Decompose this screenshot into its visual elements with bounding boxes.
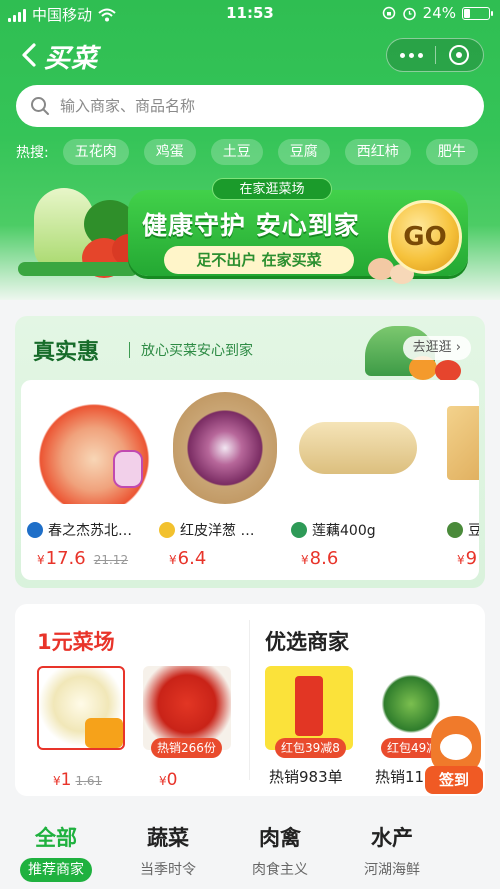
tab-main-label: 肉禽: [259, 826, 301, 850]
shop-logo-icon: [291, 522, 307, 538]
product-name: 莲藕400g: [312, 523, 376, 539]
market-and-merchants: 1元菜场 优选商家 ¥1 1.61 热销266份 ¥0 红包39减8 热销983单…: [15, 604, 485, 796]
status-bar: 中国移动 11:53 24%: [0, 0, 500, 28]
battery-percent: 24%: [422, 4, 456, 22]
red-onion-image: [173, 392, 277, 504]
tab-sub-label: 肉食主义: [252, 862, 308, 878]
product-price: ¥17.6 21.12: [37, 548, 129, 569]
hot-tag[interactable]: 肥牛: [425, 139, 478, 165]
section-divider: [249, 620, 250, 780]
lotus-root-image: [299, 422, 417, 474]
merchant-sales: 热销983单: [269, 768, 343, 786]
shop-logo-icon: [159, 522, 175, 538]
banner-top-tag: 在家逛菜场: [212, 178, 332, 200]
tab-main-label: 全部: [35, 826, 77, 850]
product-card[interactable]: 红皮洋葱 … ¥6.4: [159, 380, 291, 580]
shop-logo-icon: [27, 522, 43, 538]
hot-search: 热搜: 五花肉 鸡蛋 土豆 豆腐 西红柿 肥牛: [16, 139, 493, 165]
battery-icon: [462, 6, 493, 20]
hot-tag[interactable]: 土豆: [210, 139, 263, 165]
hot-tag[interactable]: 五花肉: [62, 139, 129, 165]
market-price: ¥0: [159, 770, 178, 790]
mascot-icon: [431, 716, 481, 772]
tofu-image: [447, 406, 479, 480]
banner-slogan: 健康守护 安心到家: [142, 211, 360, 240]
go-button[interactable]: GO: [388, 200, 462, 274]
price-value: 1: [60, 770, 72, 790]
coupon-badge: 红包39减8: [275, 738, 346, 758]
product-sticker: [113, 450, 143, 488]
tab-sub-label: 河湖海鲜: [364, 862, 420, 878]
tab-all[interactable]: 全部 推荐商家: [0, 822, 116, 882]
alarm-icon: [402, 7, 416, 20]
browse-more-button[interactable]: 去逛逛 ›: [402, 336, 471, 360]
deals-subtitle: 放心买菜安心到家: [141, 343, 253, 359]
merchants-title[interactable]: 优选商家: [265, 626, 349, 656]
original-price: 21.12: [93, 553, 129, 567]
price-value: 0: [166, 770, 178, 790]
sign-in-button[interactable]: 签到: [425, 766, 483, 794]
more-options-icon[interactable]: [387, 38, 435, 72]
tab-seafood[interactable]: 水产 河湖海鲜: [332, 822, 452, 882]
shop-logo-icon: [447, 522, 463, 538]
product-price: ¥8.6: [301, 548, 339, 569]
tab-sub-label: 推荐商家: [20, 858, 92, 882]
hot-tag[interactable]: 豆腐: [277, 139, 330, 165]
tab-main-label: 水产: [371, 826, 413, 850]
page-title: 买菜: [44, 44, 99, 74]
product-card[interactable]: 莲藕400g ¥8.6: [291, 380, 423, 580]
sign-in-float[interactable]: 签到: [425, 716, 483, 794]
merchant-card[interactable]: 红包39减8 热销983单: [265, 666, 353, 786]
market-price: ¥1 1.61: [53, 770, 103, 790]
close-mini-program-icon[interactable]: [436, 38, 483, 72]
hot-tag[interactable]: 鸡蛋: [143, 139, 196, 165]
sales-badge: 热销266份: [151, 738, 222, 758]
tab-sub-label: 当季时令: [140, 862, 196, 878]
price-value: 9: [465, 548, 478, 569]
price-value: 17.6: [45, 548, 86, 569]
market-item[interactable]: ¥1 1.61: [37, 666, 125, 790]
nav-bar: 买菜: [0, 36, 500, 76]
product-price: ¥9: [457, 548, 478, 569]
price-value: 6.4: [177, 548, 207, 569]
product-card[interactable]: 豆腐 ¥9: [423, 380, 479, 580]
market-item[interactable]: 热销266份 ¥0: [143, 666, 231, 790]
product-price: ¥6.4: [169, 548, 207, 569]
deals-title: 真实惠: [33, 340, 100, 365]
tab-main-label: 蔬菜: [147, 826, 189, 850]
original-price: 1.61: [75, 774, 103, 788]
product-card[interactable]: 春之杰苏北… ¥17.6 21.12: [27, 380, 159, 580]
category-tabs: 全部 推荐商家 蔬菜 当季时令 肉禽 肉食主义 水产 河湖海鲜: [0, 822, 500, 889]
tab-meat-poultry[interactable]: 肉禽 肉食主义: [220, 822, 340, 882]
deals-product-strip: 春之杰苏北… ¥17.6 21.12 红皮洋葱 … ¥6.4 莲藕400g ¥8…: [21, 380, 479, 580]
price-value: 8.6: [309, 548, 339, 569]
search-bar[interactable]: [16, 85, 484, 127]
product-name: 豆腐: [468, 523, 479, 539]
back-arrow-icon[interactable]: [18, 40, 42, 70]
product-name: 春之杰苏北…: [48, 523, 132, 539]
merchant-logo-mark: [295, 676, 323, 736]
hot-tag[interactable]: 西红柿: [344, 139, 411, 165]
search-icon: [31, 97, 49, 115]
tomato-illustration: [435, 360, 461, 382]
rotation-lock-icon: [382, 6, 395, 20]
deals-section: 真实惠 放心买菜安心到家 去逛逛 › 春之杰苏北… ¥17.6 21.12 红皮洋…: [15, 316, 485, 588]
half-price-sticker: [85, 718, 123, 748]
deals-title-divider: [129, 342, 130, 358]
mini-program-capsule: [386, 38, 484, 72]
promo-banner[interactable]: 在家逛菜场 健康守护 安心到家 足不出户 在家买菜 GO: [12, 178, 488, 292]
tab-vegetables[interactable]: 蔬菜 当季时令: [108, 822, 228, 882]
pepper-illustration: [18, 262, 138, 276]
yuan-market-title[interactable]: 1元菜场: [37, 626, 115, 656]
banner-subtitle: 足不出户 在家买菜: [164, 246, 354, 274]
product-name: 红皮洋葱 …: [180, 523, 255, 539]
hot-search-label: 热搜:: [16, 145, 49, 161]
search-input[interactable]: [60, 97, 460, 115]
